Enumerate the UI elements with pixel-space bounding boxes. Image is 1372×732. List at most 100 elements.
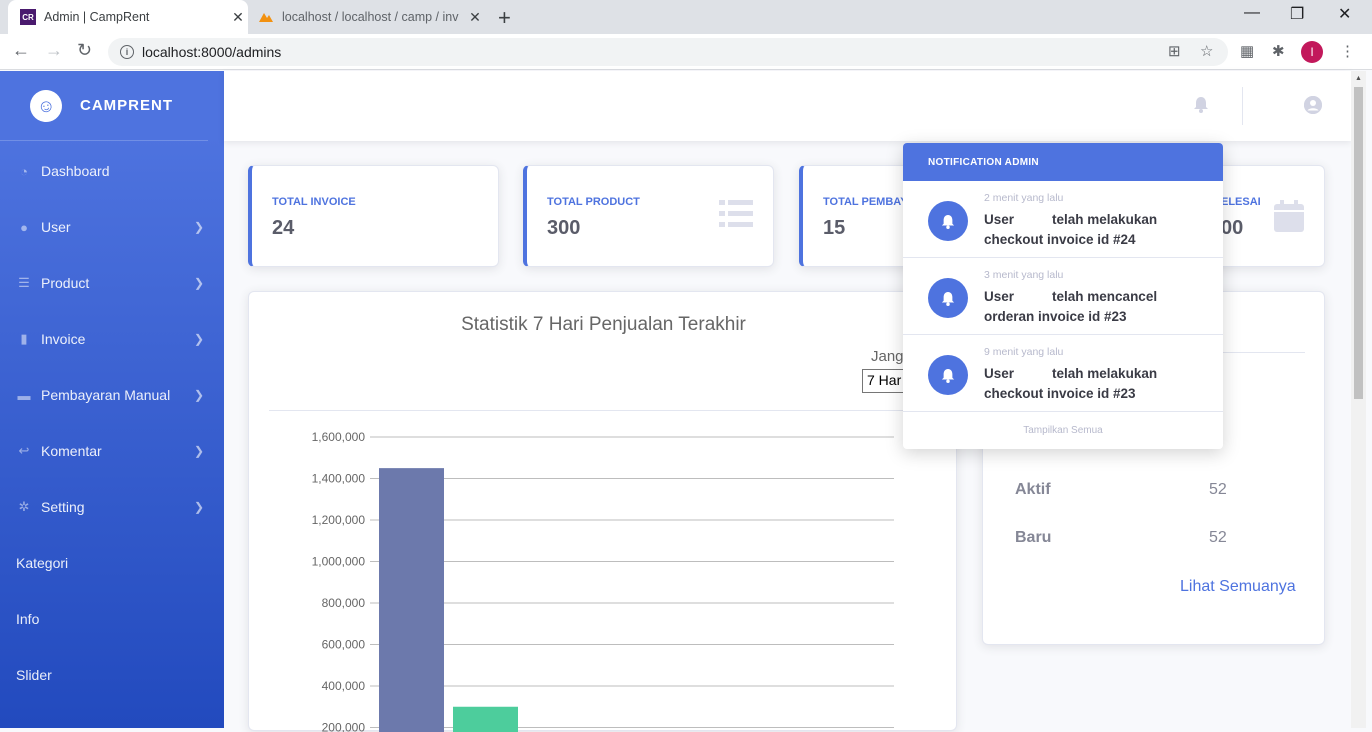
restore-icon[interactable]: ❐ [1290,4,1304,24]
chevron-right-icon: ❯ [194,332,204,346]
notification-item[interactable]: 9 menit yang laluUsertelah melakukanchec… [903,335,1223,412]
notification-time: 9 menit yang lalu [984,346,1063,358]
row-label: Aktif [1015,481,1051,499]
phpmyadmin-favicon-icon [258,9,274,25]
topbar-divider [1242,87,1243,125]
close-tab-icon[interactable]: ✕ [228,9,248,26]
notification-detail: checkout invoice id #24 [984,232,1136,247]
notification-user: User [984,366,1014,381]
tab-admin[interactable]: CR Admin | CampRent ✕ [8,0,248,34]
sales-bar-chart: 1,600,0001,400,0001,200,0001,000,000800,… [249,292,958,732]
y-tick-label: 600,000 [322,638,366,652]
bar[interactable] [453,707,518,732]
row-value: 52 [1209,481,1227,499]
star-icon[interactable]: ☆ [1200,42,1213,60]
browser-toolbar: ← → ↻ i localhost:8000/admins ⊞ ☆ ▦ ✱ I … [0,34,1372,70]
y-tick-label: 1,400,000 [312,472,366,486]
tab-phpmyadmin[interactable]: localhost / localhost / camp / inv ✕ [250,0,485,34]
notification-header: NOTIFICATION ADMIN [903,143,1223,181]
sidebar-item-invoice[interactable]: ▮ Invoice ❯ [0,311,224,367]
close-tab-icon[interactable]: ✕ [465,9,485,26]
chevron-right-icon: ❯ [194,444,204,458]
stat-label: TOTAL PEMBAY [823,196,908,208]
laugh-wink-icon: ☺ [26,86,65,125]
notification-detail: checkout invoice id #23 [984,386,1136,401]
sidebar-item-user[interactable]: ● User ❯ [0,199,224,255]
row-label: Baru [1015,529,1051,547]
bell-icon[interactable] [1193,96,1209,118]
forward-icon[interactable]: → [45,40,63,61]
clipboard-icon: ▮ [16,331,32,347]
page-scrollbar[interactable]: ▲ [1351,71,1366,728]
gear-icon: ✲ [16,499,32,515]
list-icon: ☰ [16,275,32,291]
y-tick-label: 200,000 [322,721,366,732]
close-window-icon[interactable]: ✕ [1338,4,1351,24]
notification-time: 2 menit yang lalu [984,192,1063,204]
user-icon: ● [16,220,32,235]
sidebar-item-label: Info [16,611,39,627]
back-icon[interactable]: ← [12,40,30,61]
url-text: localhost:8000/admins [142,44,281,60]
minimize-icon[interactable]: — [1244,4,1260,22]
site-info-icon[interactable]: i [120,45,134,59]
notification-item[interactable]: 3 menit yang laluUsertelah mencancelorde… [903,258,1223,335]
y-tick-label: 1,600,000 [312,430,366,444]
sidebar-item-kategori[interactable]: Kategori [0,535,224,591]
stat-value: 00 [1221,217,1243,240]
bell-icon [928,278,968,318]
sidebar-item-dashboard[interactable]: ◔Dashboard [0,143,224,199]
qr-code-icon[interactable]: ▦ [1240,42,1254,60]
stat-value: 15 [823,217,845,240]
camprent-favicon-icon: CR [20,9,36,25]
notification-dropdown: NOTIFICATION ADMIN 2 menit yang lalu User… [903,143,1223,449]
notification-detail: orderan invoice id #23 [984,309,1127,324]
tab-title: localhost / localhost / camp / inv [282,10,465,24]
sidebar-item-label: User [41,219,71,235]
scrollbar-thumb[interactable] [1354,87,1363,399]
menu-kebab-icon[interactable]: ⋮ [1340,42,1355,60]
dashboard-icon: ◔ [16,164,32,179]
sales-chart-card: Statistik 7 Hari Penjualan Terakhir Jang… [248,291,957,731]
stat-label: ELESAI [1221,196,1261,208]
reload-icon[interactable]: ↻ [77,40,92,61]
tab-title: Admin | CampRent [44,10,228,24]
y-tick-label: 800,000 [322,596,366,610]
stat-label: TOTAL PRODUCT [547,196,640,208]
notification-item[interactable]: 2 menit yang lalu Usertelah melakukanchec… [903,181,1223,258]
bar[interactable] [379,468,444,732]
brand[interactable]: ☺ CAMPRENT [0,71,208,141]
chevron-right-icon: ❯ [194,388,204,402]
chevron-right-icon: ❯ [194,220,204,234]
scroll-up-icon[interactable]: ▲ [1355,75,1362,82]
new-tab-icon[interactable]: + [498,5,511,31]
sidebar-item-pembayaran-manual[interactable]: ▬Pembayaran Manual❯ [0,367,224,423]
see-all-link[interactable]: Lihat Semuanya [1180,578,1296,596]
sidebar-item-label: Slider [16,667,52,683]
sidebar-item-setting[interactable]: ✲Setting❯ [0,479,224,535]
sidebar-item-slider[interactable]: Slider [0,647,224,703]
brand-name: CAMPRENT [80,97,173,114]
translate-icon[interactable]: ⊞ [1168,42,1181,60]
stat-value: 300 [547,217,580,240]
sidebar: ☺ CAMPRENT ◔Dashboard ● User ❯ ☰Product❯ ▮ Inv… [0,71,224,728]
address-bar[interactable]: i localhost:8000/admins [108,38,1228,66]
list-icon [719,200,753,236]
sidebar-item-info[interactable]: Info [0,591,224,647]
notification-action: telah mencancel [1052,289,1157,304]
sidebar-item-label: Setting [41,499,85,515]
row-value: 52 [1209,529,1227,547]
show-all-notifications-link[interactable]: Tampilkan Semua [903,412,1223,448]
stat-card-total-product: TOTAL PRODUCT 300 [523,165,774,267]
sidebar-item-label: Invoice [41,331,85,347]
topbar [224,71,1351,141]
notification-message: Usertelah melakukancheckout invoice id #… [984,210,1209,250]
credit-card-icon: ▬ [16,388,32,403]
profile-avatar[interactable]: I [1301,41,1323,63]
stat-card-total-invoice: TOTAL INVOICE 24 [248,165,499,267]
sidebar-item-komentar[interactable]: ↩Komentar❯ [0,423,224,479]
extensions-icon[interactable]: ✱ [1272,42,1285,60]
sidebar-item-product[interactable]: ☰Product❯ [0,255,224,311]
sidebar-item-label: Kategori [16,555,68,571]
user-circle-icon[interactable] [1304,96,1322,114]
